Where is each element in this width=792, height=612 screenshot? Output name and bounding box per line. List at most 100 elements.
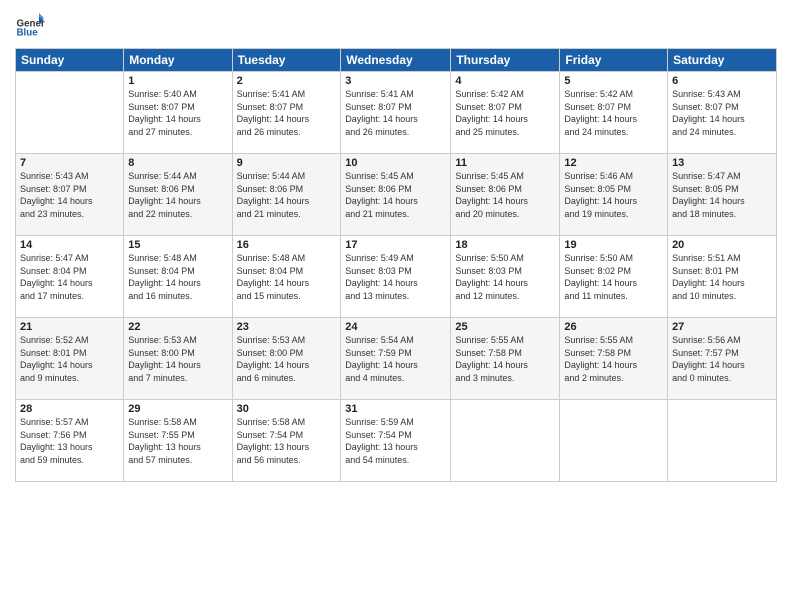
day-info: Sunrise: 5:47 AMSunset: 8:05 PMDaylight:…	[672, 170, 772, 220]
day-info: Sunrise: 5:48 AMSunset: 8:04 PMDaylight:…	[128, 252, 227, 302]
day-info: Sunrise: 5:49 AMSunset: 8:03 PMDaylight:…	[345, 252, 446, 302]
day-number: 10	[345, 157, 446, 169]
day-number: 3	[345, 75, 446, 87]
day-info: Sunrise: 5:50 AMSunset: 8:03 PMDaylight:…	[455, 252, 555, 302]
day-number: 16	[237, 239, 337, 251]
day-number: 19	[564, 239, 663, 251]
weekday-header-wednesday: Wednesday	[341, 49, 451, 72]
logo: General Blue	[15, 10, 45, 40]
calendar-cell: 29Sunrise: 5:58 AMSunset: 7:55 PMDayligh…	[124, 400, 232, 482]
day-number: 17	[345, 239, 446, 251]
calendar-cell: 4Sunrise: 5:42 AMSunset: 8:07 PMDaylight…	[451, 72, 560, 154]
calendar-cell: 9Sunrise: 5:44 AMSunset: 8:06 PMDaylight…	[232, 154, 341, 236]
day-number: 18	[455, 239, 555, 251]
calendar-cell: 28Sunrise: 5:57 AMSunset: 7:56 PMDayligh…	[16, 400, 124, 482]
calendar-cell: 19Sunrise: 5:50 AMSunset: 8:02 PMDayligh…	[560, 236, 668, 318]
calendar-cell: 7Sunrise: 5:43 AMSunset: 8:07 PMDaylight…	[16, 154, 124, 236]
calendar-cell: 2Sunrise: 5:41 AMSunset: 8:07 PMDaylight…	[232, 72, 341, 154]
day-number: 5	[564, 75, 663, 87]
calendar-cell: 24Sunrise: 5:54 AMSunset: 7:59 PMDayligh…	[341, 318, 451, 400]
calendar-cell: 8Sunrise: 5:44 AMSunset: 8:06 PMDaylight…	[124, 154, 232, 236]
calendar-cell: 5Sunrise: 5:42 AMSunset: 8:07 PMDaylight…	[560, 72, 668, 154]
calendar-cell: 18Sunrise: 5:50 AMSunset: 8:03 PMDayligh…	[451, 236, 560, 318]
day-number: 9	[237, 157, 337, 169]
day-number: 29	[128, 403, 227, 415]
day-info: Sunrise: 5:58 AMSunset: 7:54 PMDaylight:…	[237, 416, 337, 466]
day-info: Sunrise: 5:44 AMSunset: 8:06 PMDaylight:…	[237, 170, 337, 220]
calendar-cell: 13Sunrise: 5:47 AMSunset: 8:05 PMDayligh…	[668, 154, 777, 236]
day-number: 23	[237, 321, 337, 333]
day-number: 25	[455, 321, 555, 333]
weekday-header-saturday: Saturday	[668, 49, 777, 72]
day-number: 13	[672, 157, 772, 169]
calendar-cell: 10Sunrise: 5:45 AMSunset: 8:06 PMDayligh…	[341, 154, 451, 236]
day-number: 2	[237, 75, 337, 87]
calendar-cell: 27Sunrise: 5:56 AMSunset: 7:57 PMDayligh…	[668, 318, 777, 400]
calendar-cell: 3Sunrise: 5:41 AMSunset: 8:07 PMDaylight…	[341, 72, 451, 154]
page-header: General Blue	[15, 10, 777, 40]
day-number: 26	[564, 321, 663, 333]
logo-icon: General Blue	[15, 10, 45, 40]
day-info: Sunrise: 5:42 AMSunset: 8:07 PMDaylight:…	[455, 88, 555, 138]
calendar-cell: 21Sunrise: 5:52 AMSunset: 8:01 PMDayligh…	[16, 318, 124, 400]
weekday-header-monday: Monday	[124, 49, 232, 72]
day-info: Sunrise: 5:43 AMSunset: 8:07 PMDaylight:…	[672, 88, 772, 138]
calendar-cell	[560, 400, 668, 482]
day-number: 1	[128, 75, 227, 87]
day-info: Sunrise: 5:55 AMSunset: 7:58 PMDaylight:…	[455, 334, 555, 384]
day-info: Sunrise: 5:54 AMSunset: 7:59 PMDaylight:…	[345, 334, 446, 384]
calendar-week-5: 28Sunrise: 5:57 AMSunset: 7:56 PMDayligh…	[16, 400, 777, 482]
day-number: 7	[20, 157, 119, 169]
day-number: 21	[20, 321, 119, 333]
day-info: Sunrise: 5:55 AMSunset: 7:58 PMDaylight:…	[564, 334, 663, 384]
weekday-header-row: SundayMondayTuesdayWednesdayThursdayFrid…	[16, 49, 777, 72]
day-number: 11	[455, 157, 555, 169]
day-info: Sunrise: 5:43 AMSunset: 8:07 PMDaylight:…	[20, 170, 119, 220]
day-info: Sunrise: 5:40 AMSunset: 8:07 PMDaylight:…	[128, 88, 227, 138]
day-info: Sunrise: 5:44 AMSunset: 8:06 PMDaylight:…	[128, 170, 227, 220]
day-info: Sunrise: 5:45 AMSunset: 8:06 PMDaylight:…	[455, 170, 555, 220]
day-number: 22	[128, 321, 227, 333]
day-number: 15	[128, 239, 227, 251]
day-info: Sunrise: 5:41 AMSunset: 8:07 PMDaylight:…	[237, 88, 337, 138]
day-number: 30	[237, 403, 337, 415]
day-info: Sunrise: 5:56 AMSunset: 7:57 PMDaylight:…	[672, 334, 772, 384]
calendar-cell: 1Sunrise: 5:40 AMSunset: 8:07 PMDaylight…	[124, 72, 232, 154]
day-info: Sunrise: 5:58 AMSunset: 7:55 PMDaylight:…	[128, 416, 227, 466]
calendar-week-4: 21Sunrise: 5:52 AMSunset: 8:01 PMDayligh…	[16, 318, 777, 400]
day-info: Sunrise: 5:53 AMSunset: 8:00 PMDaylight:…	[128, 334, 227, 384]
calendar-cell	[451, 400, 560, 482]
calendar-cell: 11Sunrise: 5:45 AMSunset: 8:06 PMDayligh…	[451, 154, 560, 236]
calendar-cell: 30Sunrise: 5:58 AMSunset: 7:54 PMDayligh…	[232, 400, 341, 482]
calendar-cell: 15Sunrise: 5:48 AMSunset: 8:04 PMDayligh…	[124, 236, 232, 318]
day-number: 6	[672, 75, 772, 87]
weekday-header-friday: Friday	[560, 49, 668, 72]
weekday-header-thursday: Thursday	[451, 49, 560, 72]
calendar-week-2: 7Sunrise: 5:43 AMSunset: 8:07 PMDaylight…	[16, 154, 777, 236]
day-number: 27	[672, 321, 772, 333]
calendar-cell	[16, 72, 124, 154]
svg-text:Blue: Blue	[17, 28, 39, 39]
calendar-cell: 20Sunrise: 5:51 AMSunset: 8:01 PMDayligh…	[668, 236, 777, 318]
day-info: Sunrise: 5:47 AMSunset: 8:04 PMDaylight:…	[20, 252, 119, 302]
calendar-cell: 14Sunrise: 5:47 AMSunset: 8:04 PMDayligh…	[16, 236, 124, 318]
weekday-header-tuesday: Tuesday	[232, 49, 341, 72]
calendar-cell: 17Sunrise: 5:49 AMSunset: 8:03 PMDayligh…	[341, 236, 451, 318]
day-info: Sunrise: 5:52 AMSunset: 8:01 PMDaylight:…	[20, 334, 119, 384]
calendar-cell: 31Sunrise: 5:59 AMSunset: 7:54 PMDayligh…	[341, 400, 451, 482]
day-number: 24	[345, 321, 446, 333]
day-info: Sunrise: 5:42 AMSunset: 8:07 PMDaylight:…	[564, 88, 663, 138]
day-number: 20	[672, 239, 772, 251]
calendar-week-1: 1Sunrise: 5:40 AMSunset: 8:07 PMDaylight…	[16, 72, 777, 154]
day-info: Sunrise: 5:57 AMSunset: 7:56 PMDaylight:…	[20, 416, 119, 466]
calendar-cell	[668, 400, 777, 482]
weekday-header-sunday: Sunday	[16, 49, 124, 72]
day-number: 12	[564, 157, 663, 169]
day-info: Sunrise: 5:53 AMSunset: 8:00 PMDaylight:…	[237, 334, 337, 384]
day-number: 28	[20, 403, 119, 415]
calendar-table: SundayMondayTuesdayWednesdayThursdayFrid…	[15, 48, 777, 482]
calendar-cell: 6Sunrise: 5:43 AMSunset: 8:07 PMDaylight…	[668, 72, 777, 154]
calendar-cell: 26Sunrise: 5:55 AMSunset: 7:58 PMDayligh…	[560, 318, 668, 400]
day-info: Sunrise: 5:48 AMSunset: 8:04 PMDaylight:…	[237, 252, 337, 302]
day-number: 14	[20, 239, 119, 251]
